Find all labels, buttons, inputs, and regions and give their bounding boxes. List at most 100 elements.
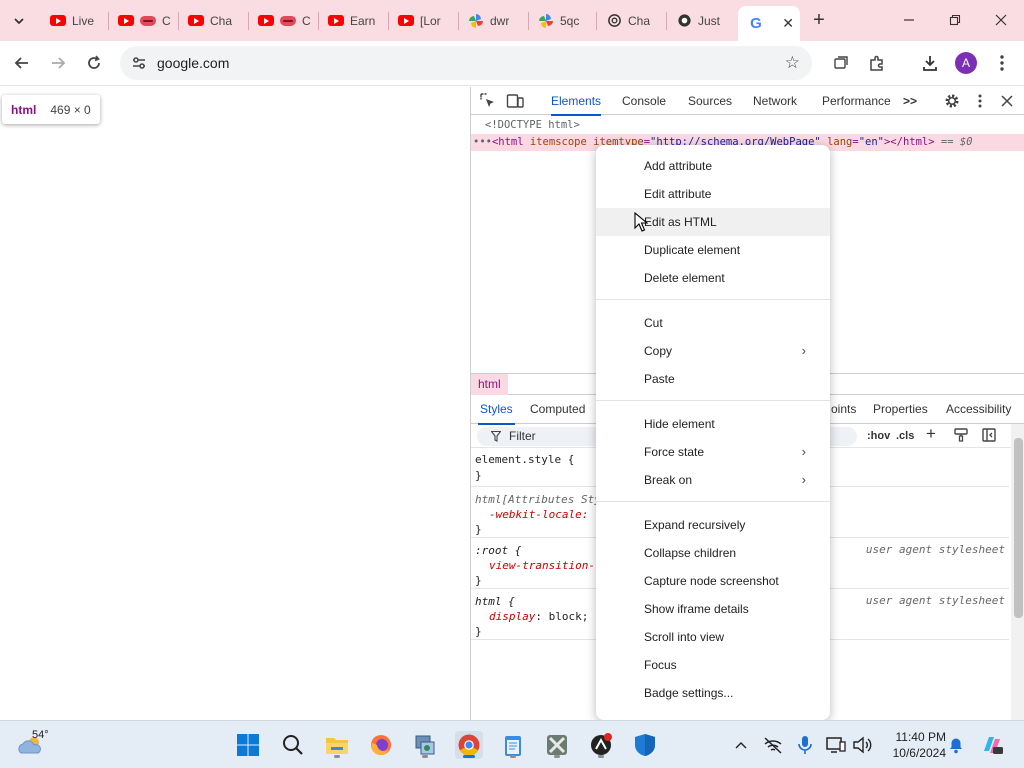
notification-bell-icon[interactable]	[942, 731, 970, 759]
tab-9[interactable]: Just	[666, 6, 736, 35]
chrome-menu-button[interactable]	[989, 50, 1015, 76]
tab-search-button[interactable]	[6, 8, 32, 34]
toggle-sidebar-icon[interactable]	[982, 428, 996, 444]
menu-hide-element[interactable]: Hide element	[596, 410, 830, 438]
menu-scroll-into-view[interactable]: Scroll into view	[596, 623, 830, 651]
chevron-up-icon[interactable]	[727, 731, 755, 759]
tab-0[interactable]: Live	[40, 6, 108, 35]
downloads-button[interactable]	[917, 50, 943, 76]
styles-scrollbar[interactable]	[1011, 424, 1024, 720]
file-explorer-icon[interactable]	[323, 731, 351, 759]
windows-start-icon[interactable]	[234, 731, 262, 759]
google-icon: G	[750, 15, 762, 32]
tab-4[interactable]: Earn	[318, 6, 388, 35]
profile-avatar[interactable]: A	[955, 52, 977, 74]
tab-7[interactable]: 5qc	[528, 6, 596, 35]
volume-icon[interactable]	[848, 731, 876, 759]
chrome-icon[interactable]	[455, 731, 483, 759]
minimize-button[interactable]	[894, 8, 924, 32]
hov-button[interactable]: :hov	[867, 428, 890, 444]
tab-console[interactable]: Console	[622, 87, 666, 115]
close-tab-icon[interactable]: ✕	[782, 15, 794, 32]
rule-source[interactable]: user agent stylesheet	[866, 543, 1005, 556]
url-text[interactable]: google.com	[157, 55, 229, 71]
settings-gear-icon[interactable]	[943, 92, 961, 110]
tab-computed[interactable]: Computed	[530, 395, 585, 424]
minimize-icon	[904, 19, 914, 21]
display-icon[interactable]	[822, 731, 850, 759]
menu-delete-element[interactable]: Delete element	[596, 264, 830, 292]
devtools-more-icon[interactable]	[971, 92, 989, 110]
site-info-icon[interactable]	[130, 54, 148, 72]
tab-active-google[interactable]: G ✕	[738, 6, 800, 41]
menu-focus[interactable]: Focus	[596, 651, 830, 679]
search-icon[interactable]	[279, 731, 307, 759]
dom-doctype[interactable]: <!DOCTYPE html>	[471, 117, 1024, 134]
tab-1[interactable]: C	[108, 6, 178, 35]
node-ellipsis-icon[interactable]: •••	[473, 136, 492, 148]
network-off-icon[interactable]	[759, 731, 787, 759]
rule-source[interactable]: user agent stylesheet	[866, 594, 1005, 607]
tab-3[interactable]: C	[248, 6, 318, 35]
defender-icon[interactable]	[631, 731, 659, 759]
back-button[interactable]	[9, 50, 35, 76]
copilot-icon[interactable]	[978, 731, 1006, 759]
reload-button[interactable]	[81, 50, 107, 76]
menu-separator	[596, 400, 830, 401]
menu-duplicate-element[interactable]: Duplicate element	[596, 236, 830, 264]
menu-badge-settings[interactable]: Badge settings...	[596, 679, 830, 707]
bookmark-star-icon[interactable]: ☆	[785, 53, 800, 73]
menu-capture-node-screenshot[interactable]: Capture node screenshot	[596, 567, 830, 595]
system-clock[interactable]: 11:40 PM 10/6/2024	[884, 729, 946, 761]
network-app-icon[interactable]	[411, 731, 439, 759]
new-rule-icon[interactable]: +	[926, 425, 936, 442]
new-tab-button[interactable]: +	[808, 9, 830, 31]
tab-accessibility[interactable]: Accessibility	[946, 395, 1011, 424]
restore-button[interactable]	[940, 8, 970, 32]
tab-styles[interactable]: Styles	[478, 395, 515, 425]
chevron-right-icon: ›	[801, 343, 806, 358]
microphone-icon[interactable]	[791, 731, 819, 759]
menu-paste[interactable]: Paste	[596, 365, 830, 393]
tab-2[interactable]: Cha	[178, 6, 248, 35]
recorder-icon[interactable]	[587, 731, 615, 759]
tab-network[interactable]: Network	[753, 87, 797, 115]
youtube-icon	[398, 13, 414, 29]
tab-properties[interactable]: Properties	[873, 395, 928, 424]
menu-force-state[interactable]: Force state ›	[596, 438, 830, 466]
forward-button[interactable]	[45, 50, 71, 76]
inspect-element-icon[interactable]	[479, 92, 497, 110]
extensions-button[interactable]	[864, 50, 890, 76]
firefox-icon[interactable]	[367, 731, 395, 759]
notepad-icon[interactable]	[499, 731, 527, 759]
tab-8[interactable]: Cha	[596, 6, 666, 35]
tab-elements[interactable]: Elements	[551, 87, 602, 116]
app-icon[interactable]	[543, 731, 571, 759]
menu-collapse-children[interactable]: Collapse children	[596, 539, 830, 567]
tab-sources[interactable]: Sources	[688, 87, 732, 115]
tab-performance[interactable]: Performance	[822, 87, 891, 115]
tooltip-tag: html	[11, 102, 37, 117]
tab-label: Live	[72, 13, 95, 28]
breadcrumb-html[interactable]: html	[471, 374, 508, 395]
close-devtools-icon[interactable]	[998, 92, 1016, 110]
menu-expand-recursively[interactable]: Expand recursively	[596, 511, 830, 539]
menu-add-attribute[interactable]: Add attribute	[596, 152, 830, 180]
tab-breakpoints[interactable]: oints	[831, 395, 856, 424]
close-window-button[interactable]	[986, 8, 1016, 32]
media-button[interactable]	[828, 50, 854, 76]
tab-6[interactable]: dwr	[458, 6, 528, 35]
more-tabs-button[interactable]: >>	[903, 87, 917, 115]
cls-button[interactable]: .cls	[896, 428, 914, 444]
menu-cut[interactable]: Cut	[596, 309, 830, 337]
scrollbar-thumb[interactable]	[1014, 438, 1023, 618]
menu-show-iframe-details[interactable]: Show iframe details	[596, 595, 830, 623]
paint-roller-icon[interactable]	[954, 428, 968, 444]
address-bar[interactable]: google.com ☆	[120, 46, 812, 80]
menu-edit-as-html[interactable]: Edit as HTML	[596, 208, 830, 236]
menu-copy[interactable]: Copy ›	[596, 337, 830, 365]
menu-edit-attribute[interactable]: Edit attribute	[596, 180, 830, 208]
menu-break-on[interactable]: Break on ›	[596, 466, 830, 494]
device-toolbar-icon[interactable]	[506, 92, 524, 110]
tab-5[interactable]: [Lor	[388, 6, 458, 35]
